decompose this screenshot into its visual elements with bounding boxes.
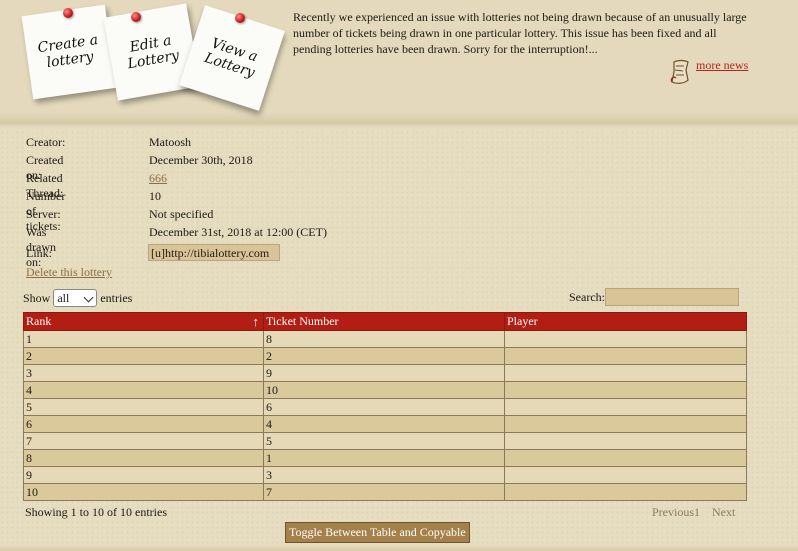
ticket-cell: 7	[263, 483, 505, 501]
ticket-cell: 2	[263, 347, 505, 365]
page-1-button[interactable]: 1	[694, 505, 700, 519]
player-cell	[504, 483, 747, 501]
player-cell	[504, 432, 747, 450]
player-cell	[504, 398, 747, 416]
player-cell	[504, 347, 747, 365]
ticket-cell: 6	[263, 398, 505, 416]
related-thread-link[interactable]: 666	[149, 171, 167, 185]
table-row: 18	[23, 330, 747, 348]
ticket-cell: 3	[263, 466, 505, 484]
ticket-cell: 1	[263, 449, 505, 467]
column-header-rank[interactable]: Rank ↑	[23, 312, 264, 331]
pin-icon	[131, 12, 141, 22]
delete-lottery-link[interactable]: Delete this lottery	[26, 265, 112, 280]
table-info: Showing 1 to 10 of 10 entries	[25, 505, 167, 519]
more-news-link[interactable]: more news	[696, 58, 748, 73]
rank-cell: 3	[23, 364, 264, 382]
footer-band	[0, 544, 798, 551]
rank-cell: 4	[23, 381, 264, 399]
drawn-on-value: December 31st, 2018 at 12:00 (CET)	[149, 225, 327, 239]
player-cell	[504, 449, 747, 467]
scroll-icon	[670, 59, 689, 84]
column-header-label: Ticket Number	[266, 314, 339, 328]
edit-lottery-label: Edit a Lottery	[126, 32, 181, 73]
table-row: 56	[23, 398, 747, 416]
rank-cell: 1	[23, 330, 264, 348]
sort-ascending-icon: ↑	[252, 314, 260, 329]
entries-select[interactable]: all	[53, 289, 98, 307]
column-header-label: Player	[507, 314, 538, 328]
view-lottery-label: View a Lottery	[202, 35, 260, 82]
rank-cell: 2	[23, 347, 264, 365]
rank-cell: 7	[23, 432, 264, 450]
player-cell	[504, 415, 747, 433]
creator-label: Creator:	[26, 135, 66, 149]
pin-icon	[235, 13, 245, 23]
search-control: Search:	[569, 288, 739, 306]
table-row: 22	[23, 347, 747, 365]
table-row: 64	[23, 415, 747, 433]
show-entries-control: Show all entries	[23, 289, 132, 307]
creator-value: Matoosh	[149, 135, 191, 149]
link-label: Link:	[26, 246, 52, 260]
player-cell	[504, 330, 747, 348]
entries-select-value: all	[57, 291, 70, 305]
table-row: 4 10	[23, 381, 747, 399]
player-cell	[504, 466, 747, 484]
rank-cell: 9	[23, 466, 264, 484]
column-header-label: Rank	[26, 314, 52, 328]
table-row: 81	[23, 449, 747, 467]
toggle-view-button[interactable]: Toggle Between Table and Copyable	[285, 522, 470, 543]
ticket-cell: 8	[263, 330, 505, 348]
column-header-player[interactable]: Player	[504, 312, 747, 331]
create-lottery-note[interactable]: Create a lottery	[21, 4, 117, 100]
search-label: Search:	[569, 289, 605, 304]
player-cell	[504, 381, 747, 399]
previous-button[interactable]: Previous	[652, 505, 694, 519]
server-value: Not specified	[149, 207, 214, 221]
results-table: Rank ↑ Ticket Number Player 18 22 39 4 10…	[23, 312, 747, 501]
column-header-ticket-number[interactable]: Ticket Number	[263, 312, 505, 331]
table-row: 39	[23, 364, 747, 382]
ticket-cell: 5	[263, 432, 505, 450]
next-button[interactable]: Next	[712, 505, 735, 519]
created-on-value: December 30th, 2018	[149, 153, 253, 167]
rank-cell: 8	[23, 449, 264, 467]
table-row: 75	[23, 432, 747, 450]
ticket-cell: 10	[263, 381, 505, 399]
ticket-cell: 4	[263, 415, 505, 433]
pagination: Previous1 Next	[652, 505, 735, 520]
ticket-cell: 9	[263, 364, 505, 382]
show-label: Show	[23, 290, 51, 305]
server-label: Server:	[26, 207, 61, 221]
rank-cell: 6	[23, 415, 264, 433]
create-lottery-label: Create a lottery	[36, 31, 100, 72]
player-cell	[504, 364, 747, 382]
link-field[interactable]: [u]http://tibialottery.com	[148, 244, 280, 261]
table-row: 93	[23, 466, 747, 484]
tickets-value: 10	[149, 189, 161, 203]
chevron-down-icon	[83, 292, 94, 303]
entries-label: entries	[100, 290, 133, 305]
news-text: Recently we experienced an issue with lo…	[293, 10, 747, 56]
rank-cell: 10	[23, 483, 264, 501]
rank-cell: 5	[23, 398, 264, 416]
search-input[interactable]	[604, 288, 739, 306]
table-row: 10 7	[23, 483, 747, 501]
pin-icon	[63, 8, 73, 18]
